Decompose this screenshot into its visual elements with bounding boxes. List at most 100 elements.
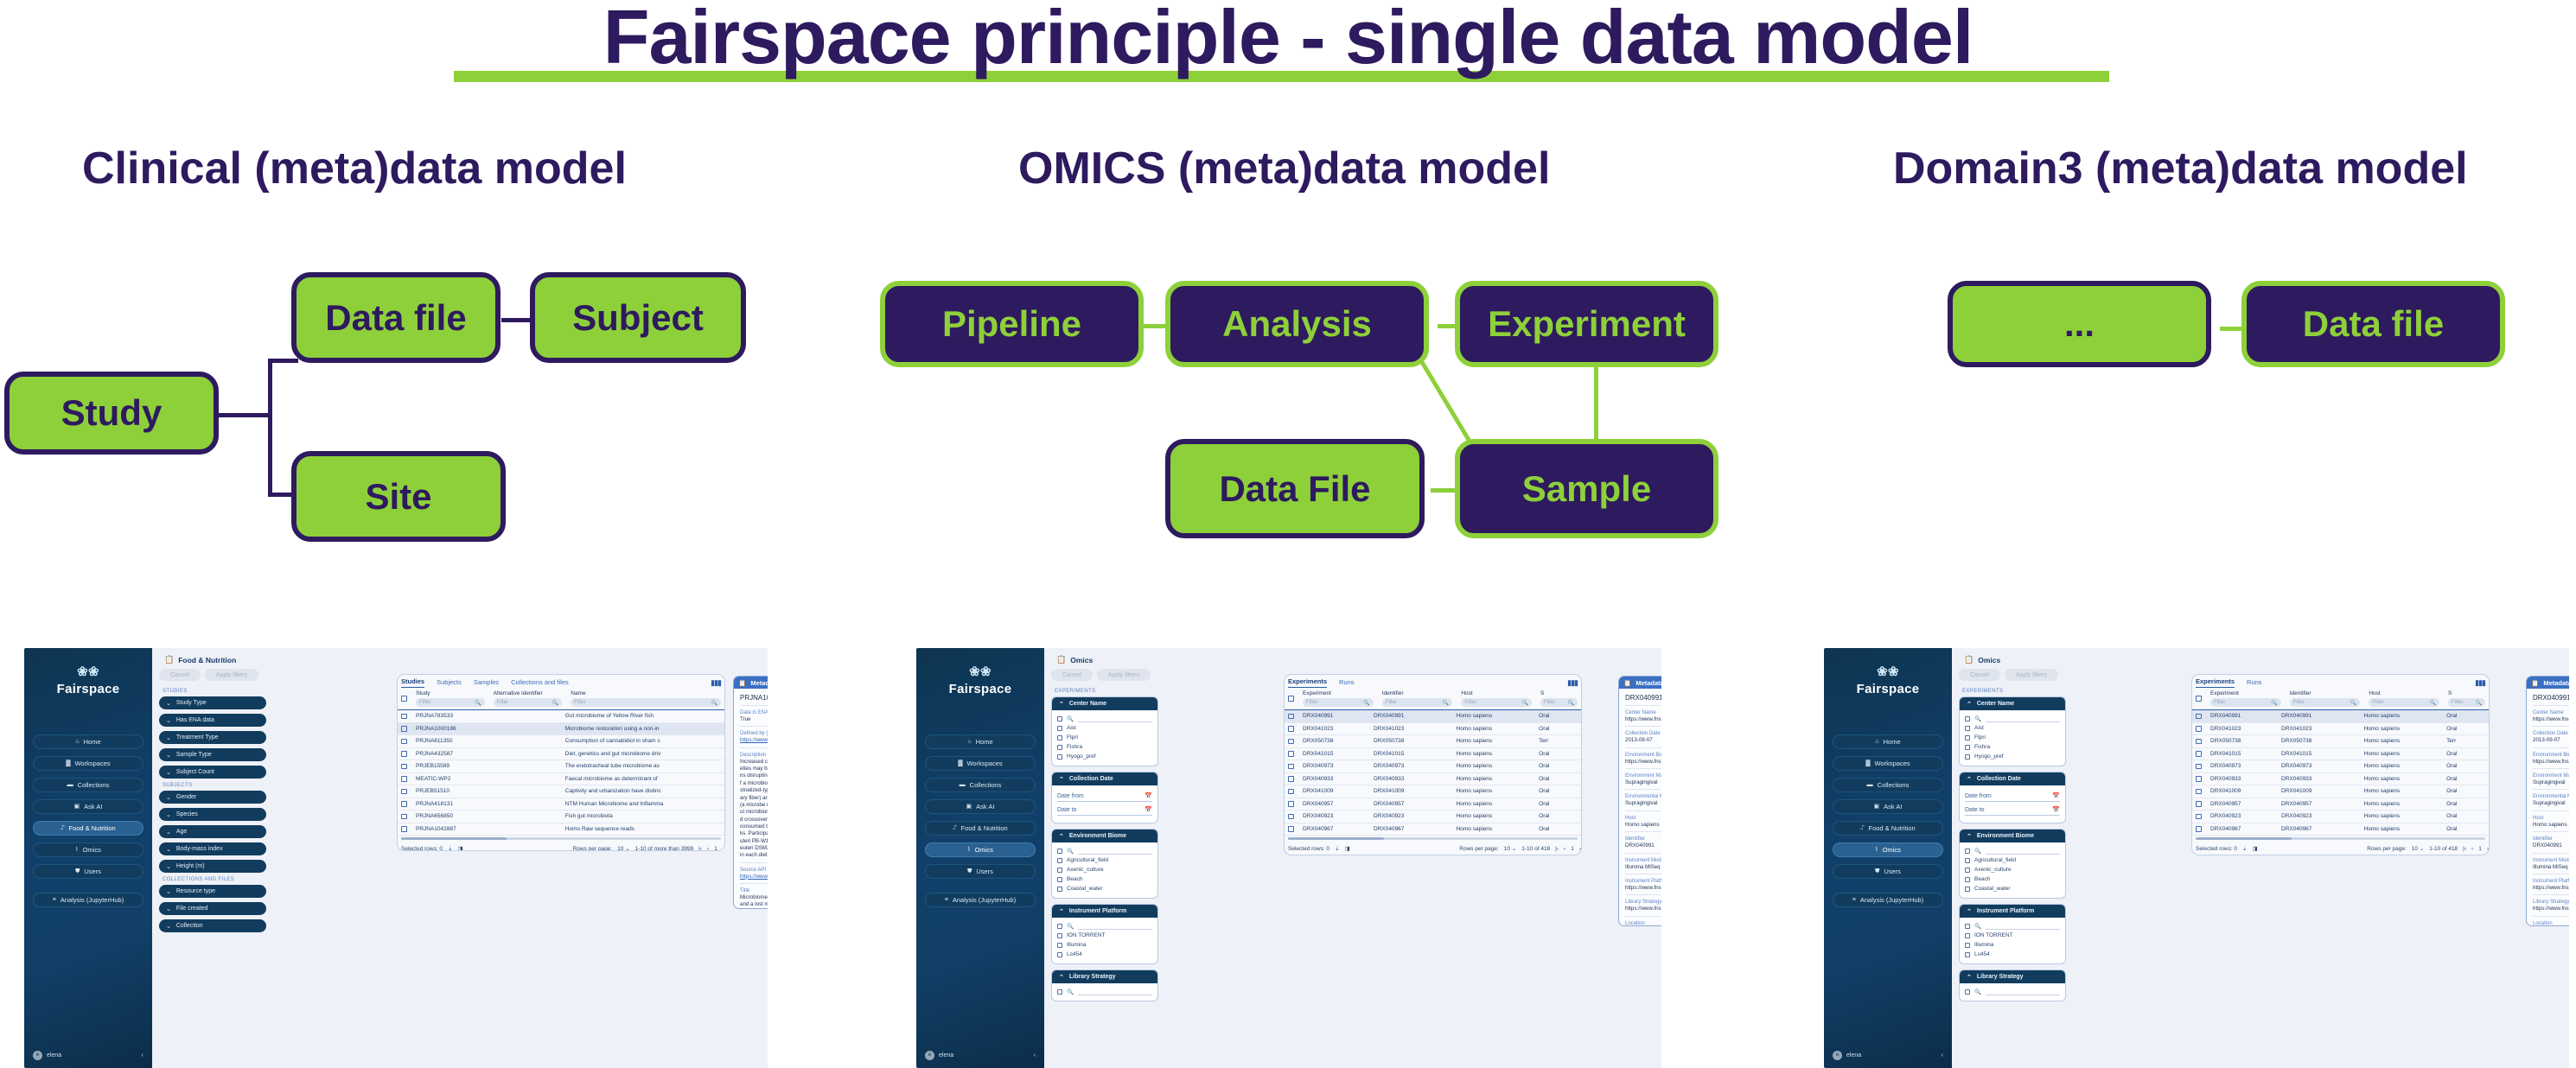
- row-checkbox-cell[interactable]: [1285, 776, 1298, 782]
- checkbox[interactable]: [401, 738, 407, 744]
- table-row[interactable]: PRJNA656850 Fish gut microbiota: [398, 811, 724, 823]
- row-checkbox-cell[interactable]: [398, 776, 411, 782]
- facet-option[interactable]: Aist: [1965, 723, 2060, 733]
- row-checkbox-cell[interactable]: [2192, 751, 2205, 757]
- checkbox[interactable]: [1965, 867, 1970, 873]
- row-checkbox-cell[interactable]: [1285, 738, 1298, 744]
- facet-card-header[interactable]: ⌃ Library Strategy: [1052, 970, 1157, 983]
- table-row[interactable]: DRX040923 DRX040923 Homo sapiens Oral: [1285, 811, 1581, 823]
- row-checkbox-cell[interactable]: [398, 813, 411, 819]
- sidebar-item-home[interactable]: ⌂ Home: [925, 734, 1036, 749]
- facet-search-input[interactable]: [1986, 848, 2060, 855]
- checkbox[interactable]: [1965, 951, 1970, 957]
- tab-experiments[interactable]: Experiments: [1288, 677, 1328, 688]
- facet-collection[interactable]: ⌄ Collection: [159, 919, 266, 932]
- row-checkbox-cell[interactable]: [1285, 813, 1298, 819]
- row-checkbox-cell[interactable]: [2192, 788, 2205, 794]
- row-checkbox-cell[interactable]: [398, 801, 411, 807]
- facet-card-header[interactable]: ⌃ Library Strategy: [1960, 970, 2065, 983]
- checkbox[interactable]: [1057, 923, 1062, 929]
- row-checkbox-cell[interactable]: [2192, 801, 2205, 807]
- checkbox[interactable]: [2196, 801, 2202, 807]
- checkbox[interactable]: [1965, 932, 1970, 938]
- row-checkbox-cell[interactable]: [2192, 726, 2205, 732]
- facet-sample-type[interactable]: ⌄ Sample Type: [159, 748, 266, 761]
- facet-search-row[interactable]: 🔍: [1965, 846, 2060, 855]
- checkbox[interactable]: [401, 776, 407, 782]
- collapse-sidebar-icon[interactable]: ‹: [1942, 1052, 1943, 1058]
- table-row[interactable]: DRX040933 DRX040933 Homo sapiens Oral: [1285, 773, 1581, 785]
- table-row[interactable]: DRX040967 DRX040967 Homo sapiens Oral: [2192, 823, 2489, 836]
- facet-option[interactable]: Beach: [1965, 874, 2060, 884]
- date-from-input[interactable]: Date from 📅: [1057, 791, 1152, 802]
- checkbox[interactable]: [1965, 715, 1970, 722]
- node-data-file[interactable]: Data file: [291, 272, 501, 363]
- facet-search-row[interactable]: 🔍: [1057, 921, 1152, 931]
- sidebar-item-users[interactable]: ⛊ Users: [925, 864, 1036, 879]
- row-checkbox-cell[interactable]: [398, 826, 411, 832]
- facet-option[interactable]: Ls454: [1965, 950, 2060, 959]
- sidebar-item-analysis-jupyterhub[interactable]: ≡ Analysis (JupyterHub): [1833, 893, 1943, 907]
- download-icon[interactable]: ⇣: [1335, 845, 1339, 852]
- tab-subjects[interactable]: Subjects: [437, 678, 462, 688]
- next-page-button[interactable]: ›: [1579, 846, 1581, 852]
- user-account[interactable]: e elena ‹: [925, 1049, 1036, 1061]
- calendar-icon[interactable]: 📅: [2052, 792, 2060, 799]
- checkbox[interactable]: [1057, 725, 1062, 731]
- table-row[interactable]: MEATIC-WP2 Faecal microbiome as determina…: [398, 773, 724, 785]
- checkbox[interactable]: [1288, 801, 1294, 807]
- first-page-button[interactable]: |‹: [2463, 846, 2466, 852]
- select-all-checkbox-cell[interactable]: [398, 688, 411, 709]
- select-all-checkbox-cell[interactable]: [2192, 688, 2205, 709]
- facet-search-row[interactable]: 🔍: [1965, 714, 2060, 723]
- checkbox[interactable]: [2196, 713, 2202, 719]
- facet-search-row[interactable]: 🔍: [1965, 987, 2060, 996]
- facet-option[interactable]: Coastal_water: [1965, 884, 2060, 893]
- checkbox[interactable]: [1288, 696, 1294, 702]
- checkbox[interactable]: [1288, 776, 1294, 782]
- checkbox[interactable]: [401, 713, 407, 719]
- facet-treatment-type[interactable]: ⌄ Treatment Type: [159, 731, 266, 744]
- table-row[interactable]: DRX041009 DRX041009 Homo sapiens Oral: [1285, 785, 1581, 798]
- checkbox[interactable]: [1288, 763, 1294, 769]
- facet-option[interactable]: Illumina: [1965, 940, 2060, 950]
- checkbox[interactable]: [1288, 738, 1294, 744]
- rows-per-page-select[interactable]: 10 ⌄: [2412, 845, 2424, 852]
- checkbox[interactable]: [1057, 867, 1062, 873]
- node-data-file-domain3[interactable]: Data file: [2241, 281, 2505, 367]
- row-checkbox-cell[interactable]: [2192, 763, 2205, 769]
- checkbox[interactable]: [1965, 744, 1970, 750]
- row-checkbox-cell[interactable]: [1285, 788, 1298, 794]
- row-checkbox-cell[interactable]: [2192, 813, 2205, 819]
- table-row[interactable]: PRJNA418131 NTM Human Microbiome and Infl…: [398, 798, 724, 811]
- checkbox[interactable]: [401, 826, 407, 832]
- cancel-button[interactable]: Cancel: [159, 669, 201, 681]
- checkbox[interactable]: [1965, 857, 1970, 863]
- facet-card-header[interactable]: ⌃ Instrument Platform: [1960, 905, 2065, 918]
- facet-gender[interactable]: ⌄ Gender: [159, 791, 266, 804]
- prev-page-button[interactable]: ‹: [707, 846, 709, 851]
- sidebar-item-collections[interactable]: ▬ Collections: [33, 778, 143, 792]
- facet-card-header[interactable]: ⌃ Center Name: [1052, 697, 1157, 710]
- sidebar-item-food-nutrition[interactable]: ⑀ Food & Nutrition: [925, 821, 1036, 836]
- table-row[interactable]: DRX040991 DRX040991 Homo sapiens Oral: [1285, 710, 1581, 723]
- row-checkbox-cell[interactable]: [2192, 713, 2205, 719]
- facet-option[interactable]: Hyogo_pref: [1965, 752, 2060, 761]
- facet-search-input[interactable]: [1078, 715, 1152, 722]
- tab-runs[interactable]: Runs: [2247, 678, 2262, 688]
- prev-page-button[interactable]: ‹: [1564, 846, 1565, 852]
- rows-per-page-select[interactable]: 10 ⌄: [617, 845, 629, 850]
- checkbox[interactable]: [1288, 813, 1294, 819]
- checkbox[interactable]: [1965, 942, 1970, 948]
- sidebar-item-workspaces[interactable]: ▓ Workspaces: [33, 756, 143, 771]
- checkbox[interactable]: [401, 696, 407, 702]
- facet-subject-count[interactable]: ⌄ Subject Count: [159, 766, 266, 779]
- checkbox[interactable]: [401, 801, 407, 807]
- horizontal-scrollbar[interactable]: [401, 837, 721, 840]
- first-page-button[interactable]: |‹: [698, 846, 702, 851]
- checkbox[interactable]: [1965, 725, 1970, 731]
- horizontal-scrollbar[interactable]: [1288, 837, 1578, 840]
- checkbox[interactable]: [1965, 886, 1970, 892]
- sidebar-item-omics[interactable]: ⌇ Omics: [1833, 842, 1943, 857]
- facet-file-created[interactable]: ⌄ File created: [159, 902, 266, 915]
